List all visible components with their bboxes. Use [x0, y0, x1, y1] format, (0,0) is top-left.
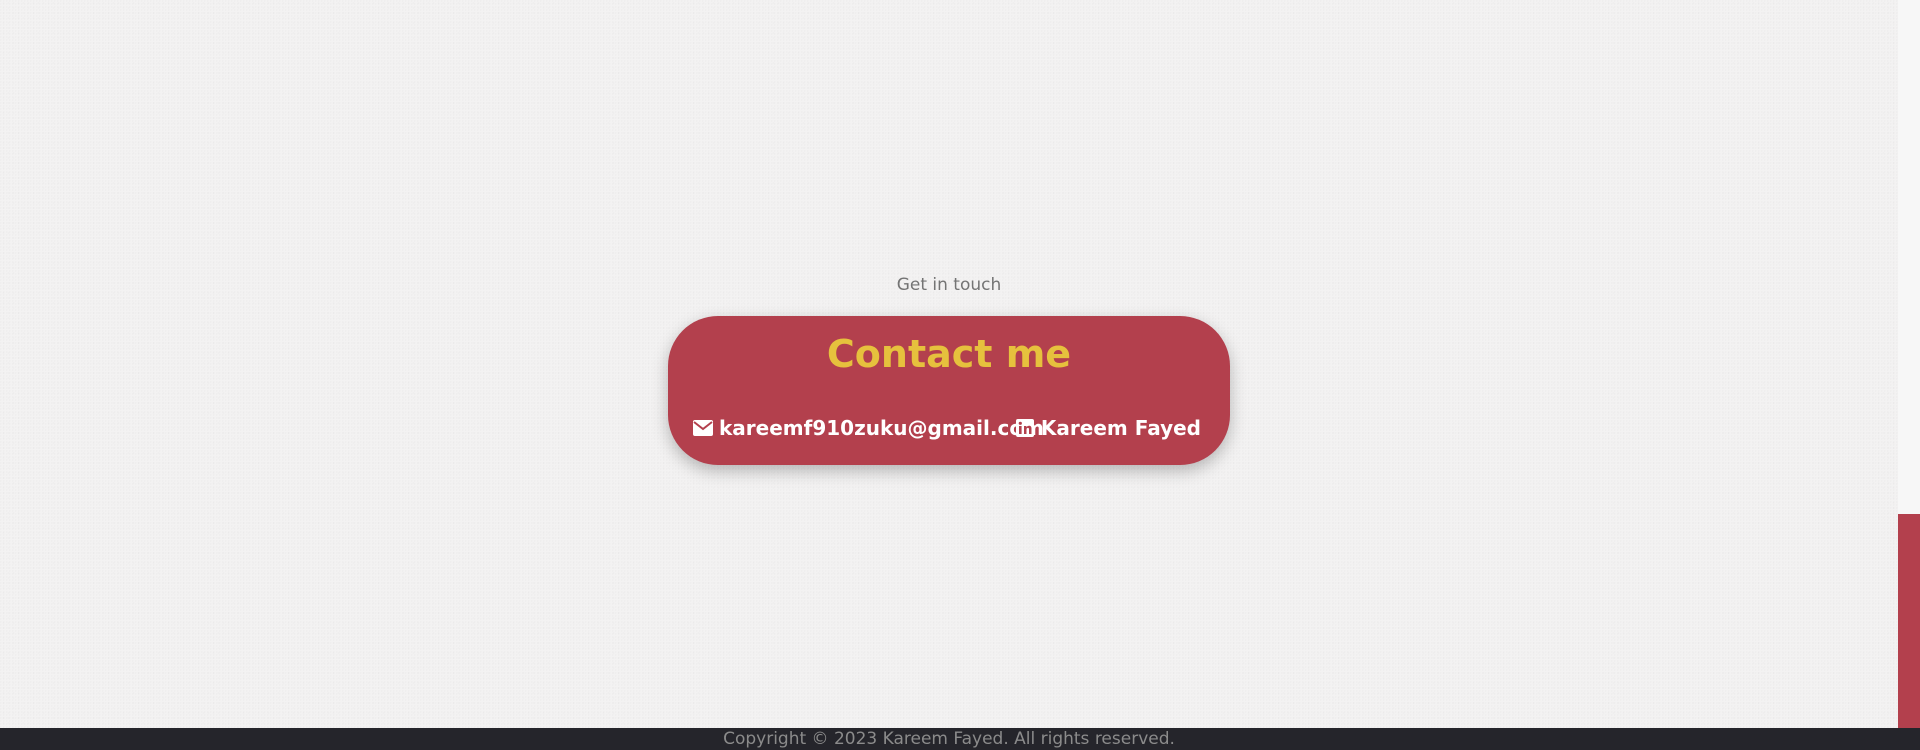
footer: Copyright © 2023 Kareem Fayed. All right… — [0, 728, 1920, 750]
section-subtitle: Get in touch — [896, 275, 1002, 295]
page-content: Get in touch Contact me kareemf910zuku@g… — [0, 0, 1898, 728]
contact-card: Contact me kareemf910zuku@gmail.com Kare… — [668, 316, 1230, 465]
contact-title: Contact me — [826, 332, 1072, 376]
email-link[interactable]: kareemf910zuku@gmail.com — [693, 416, 1044, 440]
linkedin-link[interactable]: Kareem Fayed — [1015, 416, 1201, 440]
linkedin-icon — [1015, 418, 1035, 438]
copyright-text: Copyright © 2023 Kareem Fayed. All right… — [723, 729, 1175, 749]
scrollbar-thumb[interactable] — [1898, 514, 1920, 728]
envelope-icon — [693, 418, 713, 438]
email-label: kareemf910zuku@gmail.com — [719, 416, 1044, 440]
linkedin-label: Kareem Fayed — [1040, 416, 1201, 440]
scrollbar-track[interactable] — [1898, 0, 1920, 728]
